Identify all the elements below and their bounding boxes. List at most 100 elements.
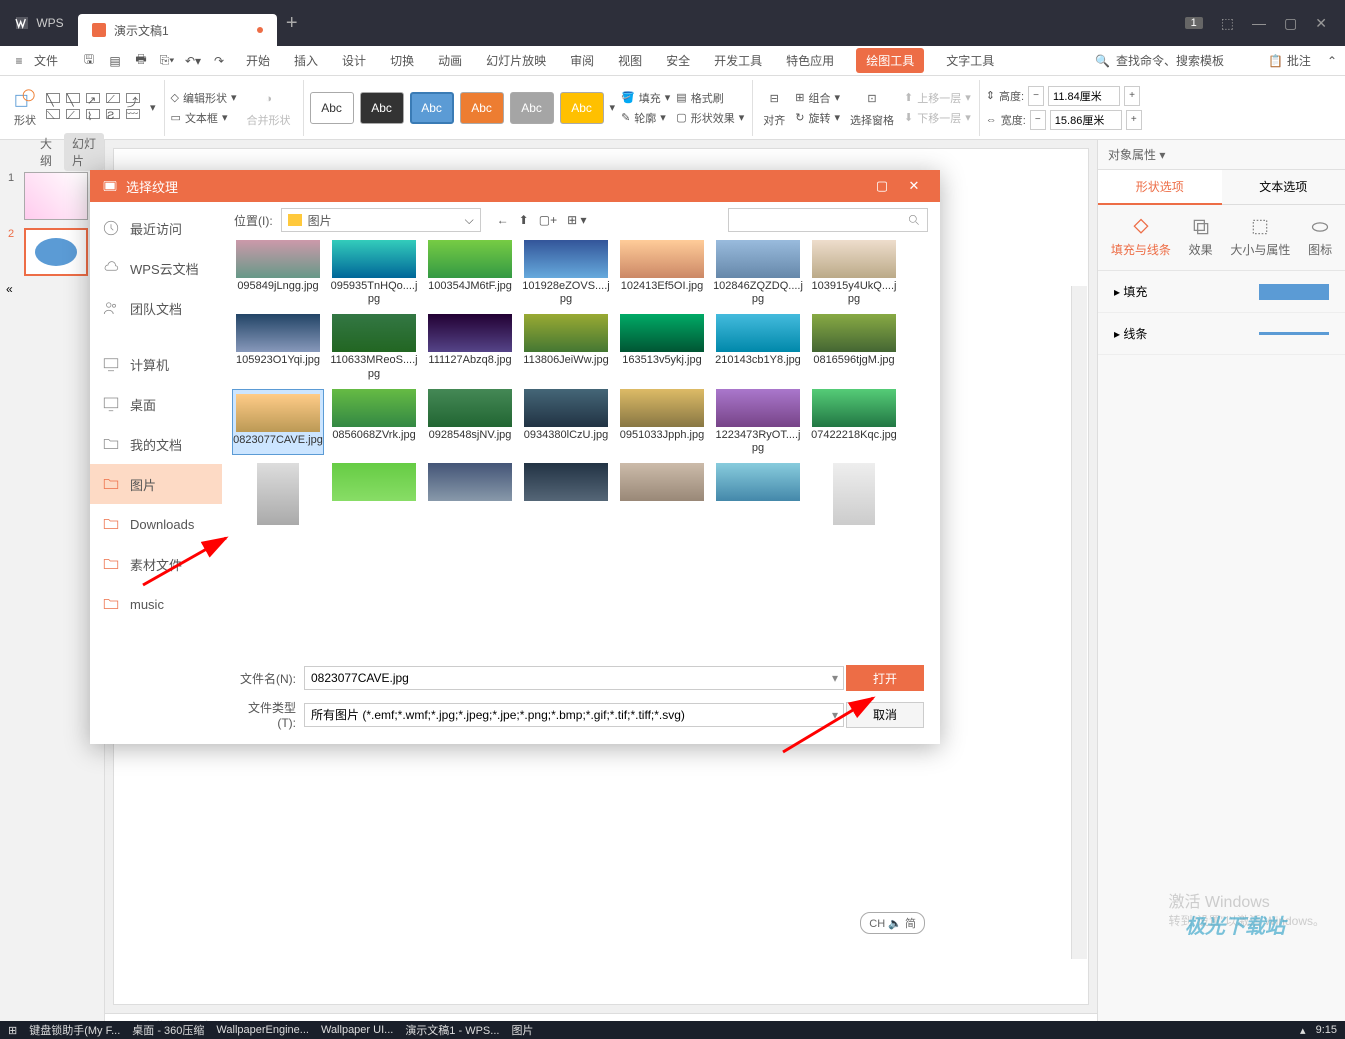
tab-texttools[interactable]: 文字工具 (944, 48, 996, 73)
file-item[interactable]: 0951033Jpph.jpg (616, 389, 708, 455)
line-color-swatch[interactable] (1259, 332, 1329, 335)
file-item[interactable]: 110633MReoS....jpg (328, 314, 420, 380)
file-item[interactable]: 1223473RyOT....jpg (712, 389, 804, 455)
menu-hamburger-icon[interactable]: ≡ (8, 50, 30, 72)
fill-section[interactable]: ▸ 填充 (1098, 271, 1345, 313)
fill-color-swatch[interactable] (1259, 284, 1329, 300)
minimize-icon[interactable]: — (1252, 15, 1266, 31)
dialog-maximize-icon[interactable]: ▢ (868, 174, 896, 198)
file-item[interactable]: 095849jLngg.jpg (232, 240, 324, 306)
file-item[interactable]: 0934380lCzU.jpg (520, 389, 612, 455)
print-icon[interactable]: 🖶 (130, 50, 152, 72)
file-item[interactable]: 100354JM6tF.jpg (424, 240, 516, 306)
tb-app-2[interactable]: 桌面 - 360压缩 (132, 1022, 204, 1038)
size-tab[interactable]: 大小与属性 (1230, 217, 1290, 258)
sidebar-mydocs[interactable]: 我的文档 (90, 424, 222, 464)
filename-input[interactable] (304, 666, 844, 690)
document-tab[interactable]: 演示文稿1 (78, 14, 277, 46)
dropdown-icon[interactable]: ▾ (832, 671, 838, 685)
file-item[interactable]: 113806JeiWw.jpg (520, 314, 612, 380)
edit-shape-button[interactable]: ◇编辑形状 ▾ (171, 90, 237, 106)
tray-icon[interactable]: ▴ (1300, 1024, 1306, 1037)
width-minus[interactable]: − (1030, 110, 1046, 130)
collapse-ribbon-icon[interactable]: ⌃ (1327, 54, 1337, 68)
tab-shape-options[interactable]: 形状选项 (1098, 170, 1222, 205)
width-plus[interactable]: + (1126, 110, 1142, 130)
add-tab-button[interactable]: + (277, 12, 307, 35)
tab-slideshow[interactable]: 幻灯片放映 (484, 48, 548, 73)
style-2[interactable]: Abc (360, 92, 404, 124)
file-item[interactable]: 105923O1Yqi.jpg (232, 314, 324, 380)
tab-animation[interactable]: 动画 (436, 48, 464, 73)
tb-app-6[interactable]: 图片 (511, 1022, 533, 1038)
start-button[interactable]: ⊞ (8, 1024, 17, 1037)
height-plus[interactable]: + (1124, 86, 1140, 106)
fill-line-tab[interactable]: 填充与线条 (1111, 217, 1171, 258)
sidebar-desktop[interactable]: 桌面 (90, 384, 222, 424)
wps-logo[interactable]: WPS (0, 0, 78, 46)
tab-view[interactable]: 视图 (616, 48, 644, 73)
file-item[interactable]: 0928548sjNV.jpg (424, 389, 516, 455)
file-item[interactable] (424, 463, 516, 527)
tb-app-3[interactable]: WallpaperEngine... (216, 1024, 309, 1036)
height-input[interactable] (1048, 86, 1120, 106)
collapse-arrow-icon[interactable]: « (6, 282, 13, 296)
style-gallery[interactable]: Abc Abc Abc Abc Abc Abc (310, 92, 604, 124)
sidebar-team[interactable]: 团队文档 (90, 288, 222, 328)
file-item[interactable] (808, 463, 900, 527)
language-indicator[interactable]: CH 🔈 简 (860, 912, 925, 934)
tab-drawtools[interactable]: 绘图工具 (856, 48, 924, 73)
style-5[interactable]: Abc (510, 92, 554, 124)
sidebar-pictures[interactable]: 图片 (90, 464, 222, 504)
format-painter-button[interactable]: ▤格式刷 (676, 90, 744, 106)
filetype-input[interactable] (304, 703, 844, 727)
file-item[interactable]: 0856068ZVrk.jpg (328, 389, 420, 455)
export-icon[interactable]: ⎘▾ (156, 50, 178, 72)
file-item[interactable]: 111127Abzq8.jpg (424, 314, 516, 380)
file-item[interactable]: 102413Ef5OI.jpg (616, 240, 708, 306)
undo-icon[interactable]: ↶▾ (182, 50, 204, 72)
annotate-button[interactable]: 📋 批注 (1268, 52, 1311, 69)
fill-dropdown[interactable]: 🪣填充 ▾ (621, 90, 670, 106)
outline-tab[interactable]: 大纲 (40, 135, 56, 169)
tab-insert[interactable]: 插入 (292, 48, 320, 73)
file-item[interactable]: 0823077CAVE.jpg (232, 389, 324, 455)
back-icon[interactable]: ← (497, 213, 509, 227)
tb-app-4[interactable]: Wallpaper UI... (321, 1024, 393, 1036)
dialog-titlebar[interactable]: 选择纹理 ▢ ✕ (90, 170, 940, 202)
file-item[interactable]: 101928eZOVS....jpg (520, 240, 612, 306)
file-item[interactable]: 163513v5ykj.jpg (616, 314, 708, 380)
search-commands[interactable]: 🔍 查找命令、搜索模板 (1095, 52, 1224, 69)
outline-dropdown[interactable]: ✎轮廓 ▾ (621, 110, 670, 126)
slide-thumb-2[interactable]: 2 (8, 228, 96, 276)
style-6[interactable]: Abc (560, 92, 604, 124)
style-4[interactable]: Abc (460, 92, 504, 124)
file-item[interactable] (616, 463, 708, 527)
select-pane-button[interactable]: ⊡选择窗格 (846, 86, 898, 130)
file-item[interactable]: 0816596tjgM.jpg (808, 314, 900, 380)
line-gallery[interactable]: ╲╲↗⟋⤴ ⟍⟋⌇Ƨ﹋ (46, 93, 144, 123)
group-dropdown[interactable]: ⊞组合 ▾ (795, 90, 840, 106)
textbox-button[interactable]: ▭文本框 ▾ (171, 110, 237, 126)
clock[interactable]: 9:15 (1316, 1024, 1337, 1036)
height-minus[interactable]: − (1028, 86, 1044, 106)
sidebar-cloud[interactable]: WPS云文档 (90, 248, 222, 288)
effect-tab[interactable]: 效果 (1189, 217, 1213, 258)
file-menu[interactable]: 文件 (34, 52, 58, 69)
dialog-close-icon[interactable]: ✕ (900, 174, 928, 198)
icon-tab[interactable]: 图标 (1308, 217, 1332, 258)
save-icon[interactable]: 🖫 (78, 50, 100, 72)
scrollbar[interactable] (1071, 286, 1087, 959)
style-1[interactable]: Abc (310, 92, 354, 124)
tb-app-1[interactable]: 键盘锁助手(My F... (29, 1022, 120, 1038)
file-item[interactable]: 210143cb1Y8.jpg (712, 314, 804, 380)
app-menu-icon[interactable]: ⬚ (1221, 15, 1234, 32)
style-3[interactable]: Abc (410, 92, 454, 124)
view-icon[interactable]: ⊞ ▾ (567, 213, 586, 227)
open-button[interactable]: 打开 (846, 665, 924, 691)
rotate-dropdown[interactable]: ↻旋转 ▾ (795, 110, 840, 126)
shape-effect-dropdown[interactable]: ▢形状效果 ▾ (676, 110, 744, 126)
file-item[interactable] (232, 463, 324, 527)
tab-devtools[interactable]: 开发工具 (712, 48, 764, 73)
slide-thumb-1[interactable]: 1 (8, 172, 96, 220)
